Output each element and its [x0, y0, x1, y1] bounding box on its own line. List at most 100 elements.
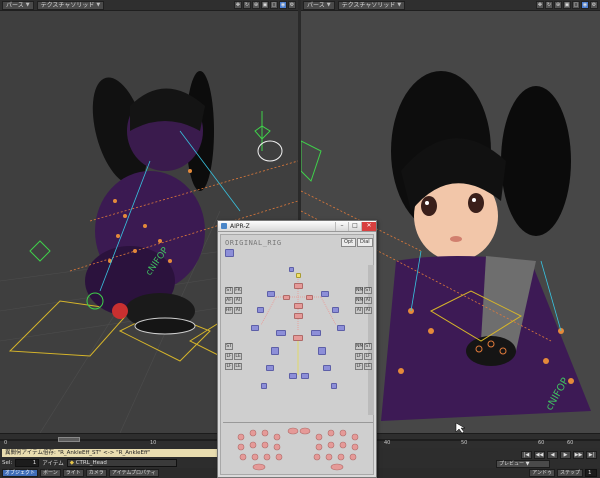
object-mode-button[interactable]: オブジェクト [2, 469, 39, 477]
maximize-icon[interactable]: □ [572, 1, 580, 9]
playback-controls: |◀ ◀◀ ◀ ▶ ▶▶ ▶| [521, 451, 597, 459]
close-icon[interactable]: ✕ [361, 221, 376, 231]
current-item-dropdown[interactable]: ◆ CTRL_Head [66, 459, 177, 467]
tag-button[interactable]: LF [355, 353, 363, 360]
tag-button[interactable]: NM [355, 287, 363, 294]
tag-button[interactable]: LF [225, 353, 233, 360]
tag-button[interactable]: AF [225, 297, 233, 304]
last-frame-icon[interactable]: ▶| [586, 451, 597, 459]
tick-label: 60 [567, 440, 574, 446]
prev-key-icon[interactable]: ◀◀ [534, 451, 545, 459]
tag-button[interactable]: AI [355, 307, 363, 314]
tag-button[interactable]: LF [364, 353, 372, 360]
neck-node[interactable] [294, 283, 303, 289]
app-icon [221, 223, 227, 229]
left-viewport-header: パース ▼ テクスチャソリッド ▼ ✥ ↻ ⊕ ▣ □ ◉ ⚙ [0, 0, 298, 11]
step-field[interactable]: 1 [585, 469, 597, 477]
tag-button[interactable]: ST [364, 343, 372, 350]
rotate-icon[interactable]: ↻ [243, 1, 251, 9]
foot-l-node[interactable] [289, 373, 297, 379]
shoulder-l-node[interactable] [267, 291, 275, 297]
zoom-icon[interactable]: ⊕ [252, 1, 260, 9]
left-render-mode-dropdown[interactable]: テクスチャソリッド ▼ [36, 0, 105, 10]
fit-icon[interactable]: ▣ [261, 1, 269, 9]
pelvis-node[interactable] [293, 335, 303, 341]
tag-button[interactable]: AI [234, 297, 242, 304]
tick-label: 0 [4, 440, 8, 446]
hip-r-node[interactable] [311, 330, 321, 336]
camera-mode-button[interactable]: カメラ [85, 469, 107, 477]
tag-button[interactable]: HF [225, 307, 233, 314]
camera-icon[interactable]: ◉ [581, 1, 589, 9]
next-key-icon[interactable]: ▶▶ [573, 451, 584, 459]
right-view-mode-dropdown[interactable]: パース ▼ [303, 0, 335, 10]
knee-r-node[interactable] [318, 347, 326, 355]
toe-l-node[interactable] [261, 383, 267, 389]
hand-r-node[interactable] [337, 325, 345, 331]
move-icon[interactable]: ✥ [536, 1, 544, 9]
settings-icon[interactable]: ⚙ [288, 1, 296, 9]
light-mode-button[interactable]: ライト [62, 469, 84, 477]
elbow-r-node[interactable] [332, 307, 339, 313]
tag-button[interactable]: LF [355, 363, 363, 370]
tag-button[interactable]: AI [234, 307, 242, 314]
tag-button[interactable]: ST [364, 287, 372, 294]
tag-button[interactable]: AI [364, 297, 372, 304]
ankle-r-node[interactable] [323, 365, 331, 371]
chevron-down-icon: ▼ [397, 1, 402, 8]
rotate-icon[interactable]: ↻ [545, 1, 553, 9]
tag-button[interactable]: LE [364, 363, 372, 370]
tag-button[interactable]: FK [234, 287, 242, 294]
chevron-down-icon: ▼ [25, 1, 30, 8]
hip-l-node[interactable] [276, 330, 286, 336]
left-view-mode-dropdown[interactable]: パース ▼ [2, 0, 34, 10]
panel-divider [223, 422, 373, 423]
preview-dropdown[interactable]: プレビュー ▼ [496, 460, 550, 468]
step-label: ステップ [556, 469, 583, 477]
tag-button[interactable]: LF [225, 363, 233, 370]
foot-r-node[interactable] [301, 373, 309, 379]
tag-button[interactable]: ST [225, 287, 233, 294]
spine-node[interactable] [294, 303, 303, 309]
knee-l-node[interactable] [271, 347, 279, 355]
ankle-l-node[interactable] [266, 365, 274, 371]
first-frame-icon[interactable]: |◀ [521, 451, 532, 459]
maximize-icon[interactable]: □ [348, 221, 361, 231]
tag-button[interactable]: NM [355, 297, 363, 304]
tag-button[interactable]: LE [234, 353, 242, 360]
move-icon[interactable]: ✥ [234, 1, 242, 9]
elbow-l-node[interactable] [257, 307, 264, 313]
shoulder-r-node[interactable] [321, 291, 329, 297]
dial-button[interactable]: Dial [357, 238, 373, 247]
minimize-icon[interactable]: – [335, 221, 348, 231]
opt-button[interactable]: Opt [341, 238, 357, 247]
zoom-icon[interactable]: ⊕ [554, 1, 562, 9]
item-properties-button[interactable]: アイテムプロパティ [108, 469, 159, 477]
chest-r-node[interactable] [306, 295, 313, 300]
toe-r-node[interactable] [331, 383, 337, 389]
spine2-node[interactable] [294, 313, 303, 319]
hand-pickers [237, 427, 359, 471]
right-render-mode-dropdown[interactable]: テクスチャソリッド ▼ [337, 0, 406, 10]
bone-mode-button[interactable]: ボーン [40, 469, 61, 477]
status-message: 異間何アイテム倍存: "R_AnkleEff_ST" <-> "R_AnkleE… [2, 449, 217, 457]
maximize-icon[interactable]: □ [270, 1, 278, 9]
settings-icon[interactable]: ⚙ [590, 1, 598, 9]
play-reverse-icon[interactable]: ◀ [547, 451, 558, 459]
undo-button[interactable]: アンドゥ [529, 469, 555, 477]
fit-icon[interactable]: ▣ [563, 1, 571, 9]
head-node[interactable] [296, 273, 301, 278]
tick-label: 50 [461, 440, 468, 446]
tag-button[interactable]: LE [234, 363, 242, 370]
chest-l-node[interactable] [283, 295, 290, 300]
head-ctrl-node[interactable] [289, 267, 294, 272]
camera-icon[interactable]: ◉ [279, 1, 287, 9]
hand-l-node[interactable] [251, 325, 259, 331]
tag-button[interactable]: ST [225, 343, 233, 350]
tag-button[interactable]: NM [355, 343, 363, 350]
rig-reset-node[interactable] [225, 249, 234, 257]
play-icon[interactable]: ▶ [560, 451, 571, 459]
left-viewport-icons: ✥ ↻ ⊕ ▣ □ ◉ ⚙ [234, 1, 296, 9]
tag-button[interactable]: AI [364, 307, 372, 314]
panel-titlebar[interactable]: AIPR-Z – □ ✕ [218, 221, 376, 232]
